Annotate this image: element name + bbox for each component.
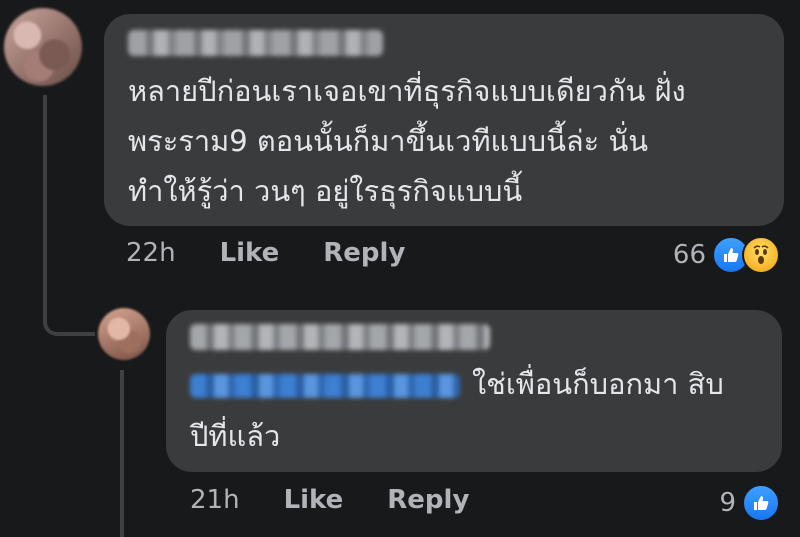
comment-timestamp[interactable]: 22h — [126, 238, 176, 268]
replier-avatar[interactable] — [98, 308, 150, 360]
reply-thread-line — [120, 370, 124, 537]
reply-actions: 21h Like Reply — [190, 485, 513, 515]
comment-bubble: หลายปีก่อนเราเจอเขาที่ธุรกิจแบบเดียวกัน … — [104, 14, 784, 226]
comment-reactions[interactable]: 66 — [673, 236, 780, 274]
commenter-name-redacted[interactable] — [128, 30, 383, 56]
reply-reaction-count: 9 — [719, 488, 736, 518]
reaction-count: 66 — [672, 240, 706, 270]
comment-text: หลายปีก่อนเราเจอเขาที่ธุรกิจแบบเดียวกัน … — [128, 74, 686, 208]
replier-name-redacted[interactable] — [190, 324, 490, 350]
comment-actions: 22h Like Reply — [126, 238, 449, 268]
reply-timestamp[interactable]: 21h — [190, 485, 240, 515]
thread-connector-line — [43, 95, 47, 323]
wow-icon — [742, 236, 780, 274]
like-icon — [742, 484, 780, 522]
mention-tag-redacted[interactable] — [190, 374, 460, 398]
like-button[interactable]: Like — [220, 238, 280, 268]
commenter-avatar[interactable] — [4, 8, 82, 86]
reply-like-button[interactable]: Like — [284, 485, 344, 515]
reply-button[interactable]: Reply — [323, 238, 405, 268]
reply-bubble: ใช่เพื่อนก็บอกมา สิบ ปีที่แล้ว — [166, 310, 782, 472]
reply-reactions[interactable]: 9 — [719, 484, 780, 522]
reply-reply-button[interactable]: Reply — [387, 485, 469, 515]
thread-branch-connector — [43, 300, 95, 336]
